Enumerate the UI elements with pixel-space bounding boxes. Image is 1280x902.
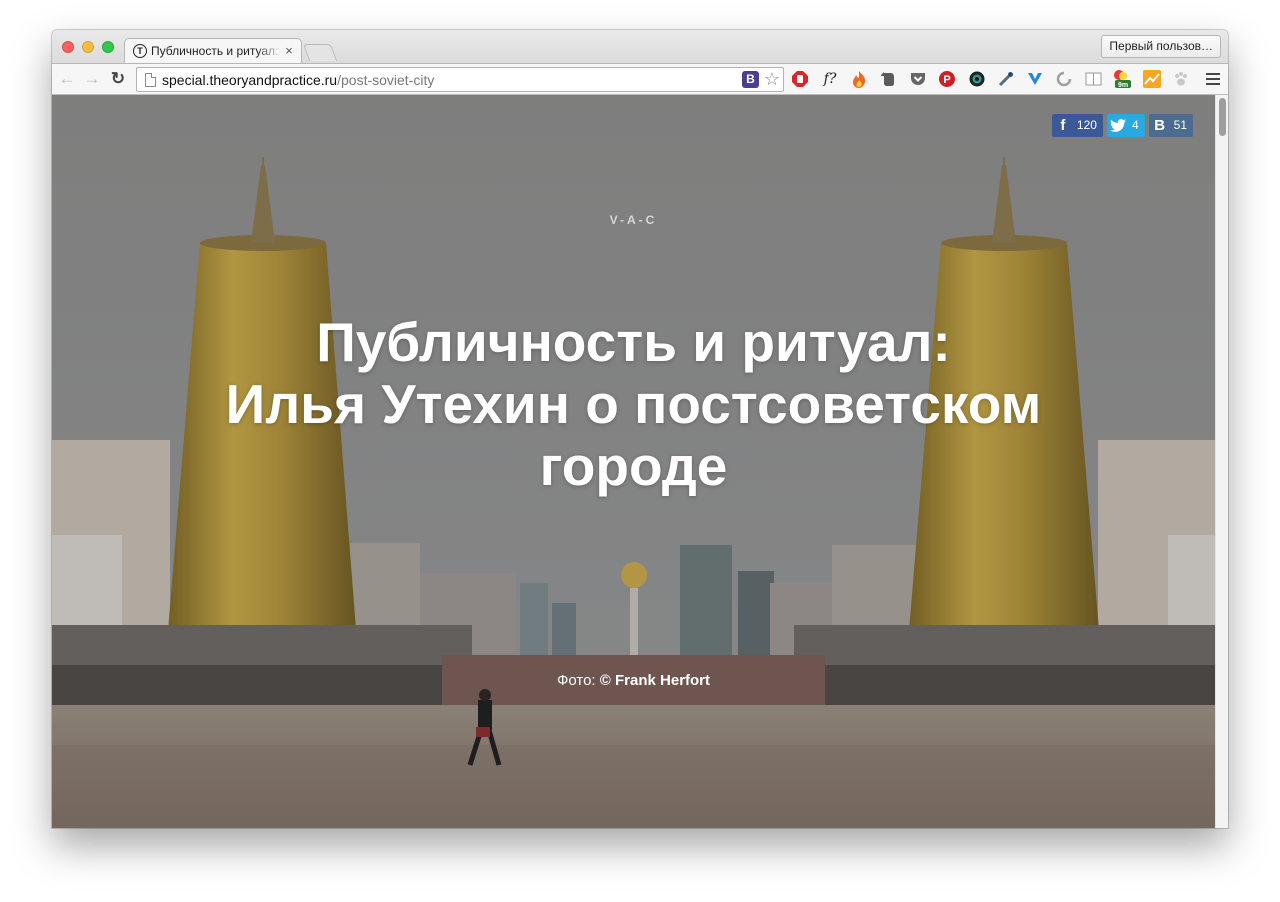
bookmark-star-icon[interactable]: ☆ <box>764 68 780 90</box>
eyedropper-icon[interactable] <box>996 69 1016 89</box>
facebook-share-count: 120 <box>1076 118 1097 132</box>
url-host: special.theoryandpractice.ru <box>162 72 338 88</box>
reader-icon[interactable] <box>1083 69 1103 89</box>
tab-close-icon[interactable]: × <box>283 44 295 57</box>
weather-icon[interactable]: 9m <box>1112 69 1132 89</box>
facebook-share-button[interactable]: f 120 <box>1051 114 1103 137</box>
scrollbar-thumb[interactable] <box>1219 98 1226 136</box>
tab-title: Публичность и ритуал: Ил <box>151 44 283 58</box>
facebook-icon: f <box>1060 117 1066 134</box>
brand-label: V-A-C <box>609 213 658 227</box>
close-window-button[interactable] <box>62 41 74 53</box>
zoom-window-button[interactable] <box>102 41 114 53</box>
profile-button[interactable]: Первый пользов… <box>1101 35 1221 58</box>
pocket-icon[interactable] <box>908 69 928 89</box>
paw-icon[interactable] <box>1171 69 1191 89</box>
page-icon <box>145 73 156 87</box>
page-content: f 120 4 B 51 V-A-C Публичность и ритуал:… <box>52 95 1215 828</box>
weather-badge: 9m <box>1118 82 1128 89</box>
twitter-icon <box>1107 114 1129 137</box>
evernote-icon[interactable] <box>878 69 898 89</box>
photo-credit-author: © Frank Herfort <box>599 672 711 689</box>
vk-icon: B <box>1154 117 1166 134</box>
camera-icon[interactable] <box>967 69 987 89</box>
new-tab-button[interactable] <box>302 44 338 61</box>
share-buttons: f 120 4 B 51 <box>1051 114 1193 137</box>
back-arrow-icon[interactable]: ← <box>57 69 77 89</box>
v-icon[interactable] <box>1025 69 1045 89</box>
chart-icon[interactable] <box>1142 69 1162 89</box>
forward-arrow-icon[interactable]: → <box>82 69 102 89</box>
tab-strip: T Публичность и ритуал: Ил × Первый поль… <box>52 30 1228 63</box>
url-text[interactable]: special.theoryandpractice.ru/post-soviet… <box>162 72 434 88</box>
title-line-2: Илья Утехин о постсоветском <box>225 373 1042 435</box>
page-title: Публичность и ритуал: Илья Утехин о пост… <box>52 311 1215 497</box>
vertical-scrollbar[interactable] <box>1215 95 1228 828</box>
browser-window: T Публичность и ритуал: Ил × Первый поль… <box>52 30 1228 828</box>
browser-toolbar: ← → ↻ special.theoryandpractice.ru/post-… <box>52 63 1228 95</box>
photo-credit-prefix: Фото: <box>556 672 596 689</box>
reload-icon[interactable]: ↻ <box>108 69 128 89</box>
twitter-share-count: 4 <box>1131 118 1139 132</box>
fire-icon[interactable] <box>849 69 869 89</box>
title-line-3: городе <box>539 435 728 497</box>
spinner-icon[interactable] <box>1054 69 1074 89</box>
twitter-share-button[interactable]: 4 <box>1106 114 1145 137</box>
formula-icon[interactable]: f? <box>820 69 840 89</box>
tab-active[interactable]: T Публичность и ритуал: Ил × <box>124 38 302 63</box>
svg-text:P: P <box>943 74 950 86</box>
menu-icon[interactable] <box>1206 73 1220 85</box>
adblock-icon[interactable] <box>790 69 810 89</box>
photo-credit: Фото: © Frank Herfort <box>52 672 1215 689</box>
tab-favicon-icon: T <box>133 44 147 58</box>
minimize-window-button[interactable] <box>82 41 94 53</box>
vk-extension-icon[interactable]: B <box>742 71 759 88</box>
vk-share-count: 51 <box>1173 118 1187 132</box>
address-bar[interactable]: special.theoryandpractice.ru/post-soviet… <box>136 67 784 92</box>
url-path: /post-soviet-city <box>337 72 435 88</box>
pinterest-icon[interactable]: P <box>937 69 957 89</box>
title-line-1: Публичность и ритуал: <box>316 311 951 373</box>
vk-share-button[interactable]: B 51 <box>1148 114 1193 137</box>
